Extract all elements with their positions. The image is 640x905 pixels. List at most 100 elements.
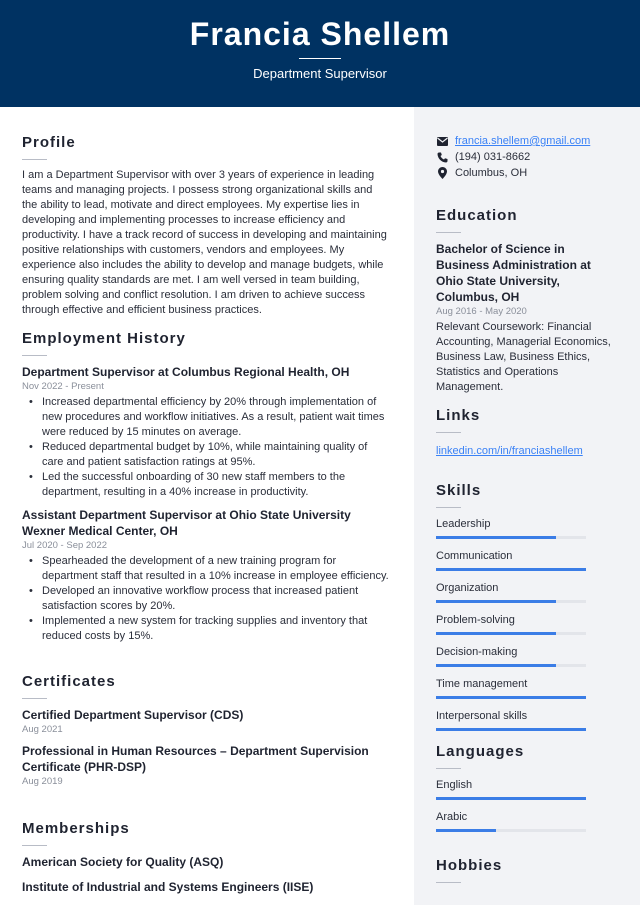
education-details: Relevant Coursework: Financial Accountin… [436, 321, 611, 393]
skill-item-label: Problem-solving [436, 614, 515, 626]
certificate-entry: Certified Department Supervisor (CDS) Au… [22, 707, 390, 736]
map-pin-icon [436, 167, 448, 179]
section-divider [22, 355, 47, 356]
section-divider [22, 159, 47, 160]
skill-item: Decision-making [436, 644, 612, 667]
section-title: Memberships [22, 820, 130, 837]
job-bullet: Led the successful onboarding of 30 new … [29, 470, 390, 500]
section-title: Links [436, 407, 481, 424]
skill-item-label: Organization [436, 582, 499, 594]
skill-item: Time management [436, 676, 612, 699]
job-bullet: Increased departmental efficiency by 20%… [29, 395, 390, 440]
sidebar: francia.shellem@gmail.com (194) 031-8662… [414, 107, 640, 905]
certificate-entry: Professional in Human Resources – Depart… [22, 743, 390, 788]
certificate-date: Aug 2021 [22, 724, 63, 735]
skill-item: Interpersonal skills [436, 708, 612, 731]
phone-number: (194) 031-8662 [455, 151, 531, 163]
certificates-section: Certificates Certified Department Superv… [22, 673, 390, 790]
job-bullet: Spearheaded the development of a new tra… [29, 554, 390, 584]
section-divider [22, 698, 47, 699]
skill-item-label: Communication [436, 550, 513, 562]
language-item-label: Arabic [436, 811, 468, 823]
job-title: Department Supervisor at Columbus Region… [22, 365, 350, 379]
section-divider [436, 232, 461, 233]
job-bullet: Developed an innovative workflow process… [29, 584, 390, 614]
job-bullet: Implemented a new system for tracking su… [29, 614, 390, 644]
skill-item-level-fill [436, 536, 556, 539]
language-item: Arabic [436, 809, 612, 832]
membership-item: American Society for Quality (ASQ) [22, 855, 224, 869]
language-item-level-track [436, 797, 586, 800]
job-entry: Assistant Department Supervisor at Ohio … [22, 507, 390, 644]
skill-item-level-track [436, 632, 586, 635]
skill-item-label: Leadership [436, 518, 491, 530]
location-text: Columbus, OH [455, 167, 528, 179]
skill-item-label: Interpersonal skills [436, 710, 528, 722]
skills-list: Leadership Communication Organization Probl… [436, 516, 612, 731]
contact-email: francia.shellem@gmail.com [436, 133, 612, 149]
section-title: Skills [436, 482, 482, 499]
skill-item: Organization [436, 580, 612, 603]
education-date: Aug 2016 - May 2020 [436, 306, 527, 317]
memberships-section: Memberships American Society for Quality… [22, 820, 390, 895]
hobbies-section: Hobbies [436, 857, 612, 891]
certificate-date: Aug 2019 [22, 776, 63, 787]
job-date: Jul 2020 - Sep 2022 [22, 540, 108, 551]
resume-header: Francia Shellem Department Supervisor [0, 0, 640, 107]
envelope-icon [436, 136, 448, 146]
candidate-name: Francia Shellem [189, 16, 451, 52]
section-divider [436, 432, 461, 433]
main-column: Profile I am a Department Supervisor wit… [0, 107, 414, 905]
language-item-level-fill [436, 797, 586, 800]
skill-item-level-track [436, 600, 586, 603]
skill-item-level-track [436, 696, 586, 699]
job-title: Assistant Department Supervisor at Ohio … [22, 508, 351, 538]
skill-item-level-fill [436, 568, 586, 571]
profile-section: Profile I am a Department Supervisor wit… [22, 134, 390, 318]
job-bullets: Spearheaded the development of a new tra… [22, 554, 390, 644]
header-divider [299, 58, 341, 59]
skills-section: Skills Leadership Communication Organizati… [436, 482, 612, 740]
skill-item: Problem-solving [436, 612, 612, 635]
section-title: Languages [436, 743, 525, 760]
skill-item-level-fill [436, 728, 586, 731]
email-link[interactable]: francia.shellem@gmail.com [455, 135, 590, 147]
section-title: Profile [22, 134, 76, 151]
section-divider [436, 768, 461, 769]
job-bullets: Increased departmental efficiency by 20%… [22, 395, 390, 500]
job-date: Nov 2022 - Present [22, 381, 104, 392]
languages-section: Languages English Arabic [436, 743, 612, 841]
language-item-level-track [436, 829, 586, 832]
links-section: Links linkedin.com/in/franciashellem [436, 407, 612, 459]
skill-item-level-track [436, 664, 586, 667]
phone-icon [436, 152, 448, 163]
skill-item: Leadership [436, 516, 612, 539]
certificate-title: Certified Department Supervisor (CDS) [22, 708, 244, 722]
membership-item: Institute of Industrial and Systems Engi… [22, 880, 314, 894]
section-title: Certificates [22, 673, 116, 690]
skill-item-label: Time management [436, 678, 528, 690]
skill-item-level-track [436, 728, 586, 731]
degree-title: Bachelor of Science in Business Administ… [436, 242, 591, 304]
skill-item-level-fill [436, 664, 556, 667]
languages-list: English Arabic [436, 777, 612, 832]
section-title: Education [436, 207, 518, 224]
skill-item: Communication [436, 548, 612, 571]
contact-location: Columbus, OH [436, 165, 612, 181]
section-divider [436, 507, 461, 508]
education-section: Education Bachelor of Science in Busines… [436, 207, 612, 395]
contact-phone: (194) 031-8662 [436, 149, 612, 165]
profile-text: I am a Department Supervisor with over 3… [22, 169, 387, 316]
skill-item-level-fill [436, 600, 556, 603]
section-title: Employment History [22, 330, 186, 347]
section-divider [22, 845, 47, 846]
job-bullet: Reduced departmental budget by 10%, whil… [29, 440, 390, 470]
skill-item-level-fill [436, 632, 556, 635]
section-title: Hobbies [436, 857, 503, 874]
skill-item-level-track [436, 536, 586, 539]
skill-item-label: Decision-making [436, 646, 518, 658]
language-item: English [436, 777, 612, 800]
skill-item-level-fill [436, 696, 586, 699]
job-entry: Department Supervisor at Columbus Region… [22, 364, 390, 500]
linkedin-link[interactable]: linkedin.com/in/franciashellem [436, 445, 583, 457]
